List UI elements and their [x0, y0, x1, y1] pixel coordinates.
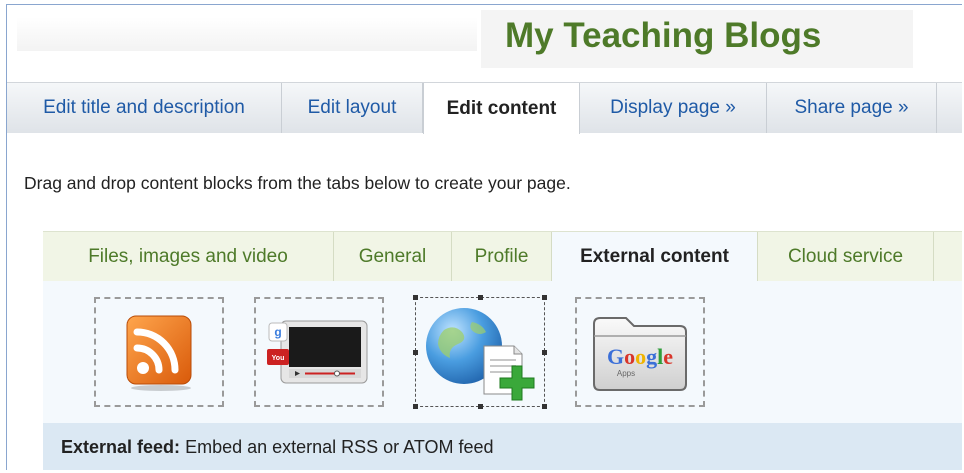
header-strip [17, 17, 477, 51]
block-google-apps[interactable]: Google Apps [575, 297, 705, 407]
svg-text:You: You [272, 355, 285, 362]
google-apps-folder-icon: Google Apps [593, 317, 687, 391]
page-frame: My Teaching Blogs Edit title and descrip… [6, 4, 962, 470]
block-description-text: Embed an external RSS or ATOM feed [185, 437, 494, 457]
tab-share-page[interactable]: Share page » [767, 83, 937, 133]
instructions-text: Drag and drop content blocks from the ta… [24, 173, 571, 193]
resize-handle[interactable] [542, 404, 547, 409]
globe-add-page-icon [426, 308, 535, 401]
tab-edit-layout[interactable]: Edit layout [282, 83, 423, 133]
tab-cloud-service[interactable]: Cloud service [758, 232, 934, 281]
page-title: My Teaching Blogs [505, 16, 822, 55]
block-external-video[interactable]: g You [254, 297, 384, 407]
tab-edit-content[interactable]: Edit content [423, 83, 580, 134]
external-video-icon: g You [267, 320, 368, 384]
tab-profile[interactable]: Profile [452, 232, 552, 281]
svg-text:Google: Google [607, 344, 673, 369]
block-description-bar: External feed: Embed an external RSS or … [43, 423, 962, 470]
block-external-feed[interactable] [94, 297, 224, 407]
tab-files-images-video[interactable]: Files, images and video [43, 232, 334, 281]
tab-external-content[interactable]: External content [552, 232, 758, 282]
resize-handle[interactable] [542, 350, 547, 355]
block-external-content-selected[interactable] [413, 295, 547, 409]
block-category-tabs: Files, images and video General Profile … [43, 231, 962, 282]
page-tabs: Edit title and description Edit layout E… [7, 82, 962, 134]
resize-handle[interactable] [542, 295, 547, 300]
svg-text:Apps: Apps [617, 369, 635, 378]
svg-text:g: g [274, 325, 281, 339]
block-description: External feed: Embed an external RSS or … [61, 437, 494, 458]
tab-general[interactable]: General [334, 232, 452, 281]
block-description-label: External feed: [61, 437, 181, 457]
tab-edit-title-and-description[interactable]: Edit title and description [7, 83, 282, 133]
block-palette: g You Google Apps [43, 281, 962, 423]
resize-handle[interactable] [478, 295, 483, 300]
resize-handle[interactable] [413, 350, 418, 355]
resize-handle[interactable] [478, 404, 483, 409]
title-box: My Teaching Blogs [481, 10, 913, 68]
rss-feed-icon [126, 315, 192, 391]
resize-handle[interactable] [413, 404, 418, 409]
resize-handle[interactable] [413, 295, 418, 300]
tab-display-page[interactable]: Display page » [580, 83, 767, 133]
